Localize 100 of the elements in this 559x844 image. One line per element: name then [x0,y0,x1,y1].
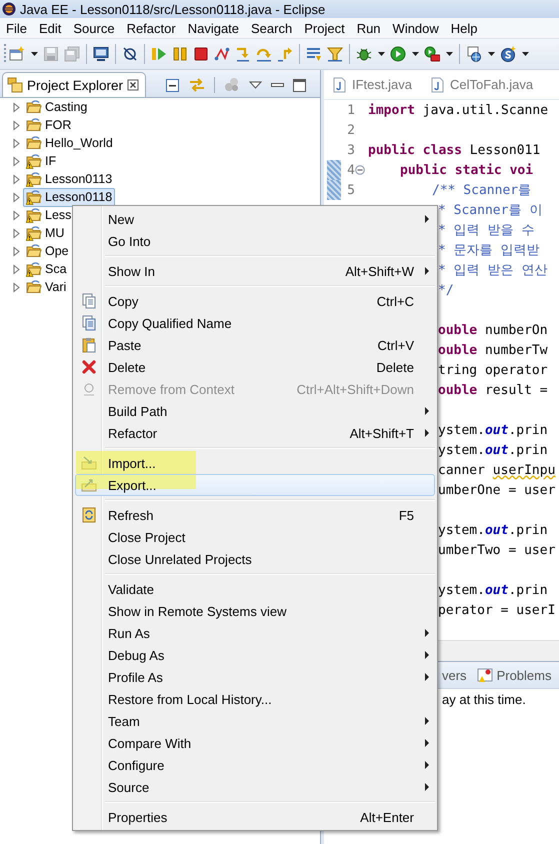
menu-item[interactable]: Copy Ctrl+C [75,290,435,312]
collapsed-arrow-icon[interactable] [12,192,21,202]
funnel-icon[interactable] [327,46,343,62]
panel-tab[interactable]: Problems [476,667,552,683]
menu-item[interactable]: Refresh F5 [75,504,435,526]
s-circle-icon[interactable] [500,46,516,62]
stop-icon[interactable] [193,46,209,62]
view-menu-icon[interactable] [249,81,262,89]
tree-item[interactable]: MU [23,224,68,242]
step-into-icon[interactable] [235,46,251,62]
menu-item[interactable]: Properties Alt+Enter [75,806,435,828]
delete-icon [81,359,97,375]
editor-tab[interactable]: CelToFah.java [430,76,534,92]
menu-item[interactable]: Build Path [75,400,435,422]
maximize-icon[interactable] [293,78,306,92]
fold-icon[interactable] [355,165,365,175]
step-over-icon[interactable] [256,46,272,62]
globe-window-icon[interactable] [466,46,482,62]
tree-item[interactable]: Lesson0113 [23,170,116,188]
collapsed-arrow-icon[interactable] [12,120,21,130]
menu-item[interactable]: Export... [75,474,435,496]
step-return-icon[interactable] [277,46,293,62]
bug-icon[interactable] [356,46,372,62]
close-icon[interactable] [127,79,140,91]
stacked-lines-icon[interactable] [306,46,322,62]
code-line: import java.util.Scanne [368,102,548,118]
menu-bar-item[interactable]: Navigate [182,20,246,36]
caret-icon[interactable] [31,52,38,56]
tree-item[interactable]: Sca [23,260,70,278]
collapsed-arrow-icon[interactable] [12,138,21,148]
panel-tab[interactable]: vers [442,668,467,682]
menu-item[interactable]: Profile As [75,666,435,688]
collapsed-arrow-icon[interactable] [12,156,21,166]
menu-item[interactable]: Go Into [75,230,435,252]
menu-item[interactable]: Delete Delete [75,356,435,378]
collapsed-arrow-icon[interactable] [12,264,21,274]
resume-icon[interactable] [151,46,167,62]
tree-item[interactable]: Less [23,206,74,224]
tree-item[interactable]: FOR [23,116,74,134]
new-window-icon[interactable] [9,46,25,62]
menu-item[interactable]: Team [75,710,435,732]
menu-item[interactable]: Copy Qualified Name [75,312,435,334]
menu-bar-item[interactable]: Refactor [120,20,182,36]
menu-item[interactable]: Show In Alt+Shift+W [75,260,435,282]
menu-item[interactable]: Restore from Local History... [75,688,435,710]
caret-icon[interactable] [488,52,495,56]
collapse-all-icon[interactable] [165,78,180,92]
menu-item[interactable]: Run As [75,622,435,644]
menu-item[interactable]: Compare With [75,732,435,754]
menu-bar-item[interactable]: File [0,20,33,36]
play-toolbox-icon[interactable] [424,46,440,62]
tree-item[interactable]: Vari [23,278,70,296]
code-line: ouble numberTw [438,342,548,358]
tree-item[interactable]: Hello_World [23,134,116,152]
tree-item[interactable]: Lesson0118 [23,188,116,206]
menu-bar-item[interactable]: Run [350,20,387,36]
menu-item[interactable]: Close Unrelated Projects [75,548,435,570]
menu-bar-item[interactable]: Source [67,20,121,36]
menu-bar-item[interactable]: Project [298,20,351,36]
menu-item[interactable]: Close Project [75,526,435,548]
collapsed-arrow-icon[interactable] [12,228,21,238]
pause-icon[interactable] [172,46,188,62]
menu-bar-item[interactable]: Help [444,20,484,36]
menu-item[interactable]: Show in Remote Systems view [75,600,435,622]
shortcut-label: Alt+Shift+T [350,426,415,440]
collapsed-arrow-icon[interactable] [12,246,21,256]
menu-bar-item[interactable]: Search [245,20,298,36]
crossed-circle-icon[interactable] [122,46,138,62]
menu-bar-item[interactable]: Edit [32,20,68,36]
editor-tab[interactable]: IFtest.java [332,76,412,92]
tree-item[interactable]: Casting [23,98,90,116]
collapsed-arrow-icon[interactable] [12,210,21,220]
tray-arrow-in-icon [81,455,97,471]
tray-arrow-out-icon [81,477,97,493]
nodes-icon[interactable] [214,46,230,62]
minimize-icon[interactable] [271,83,284,87]
menu-item[interactable]: New [75,208,435,230]
collapsed-arrow-icon[interactable] [12,174,21,184]
collapsed-arrow-icon[interactable] [12,282,21,292]
tree-item[interactable]: Ope [23,242,72,260]
caret-icon[interactable] [522,52,529,56]
view-tab[interactable]: Project Explorer [2,72,146,97]
caret-icon[interactable] [378,52,385,56]
code-line: ystem.out.prin [438,442,548,458]
monitor-icon[interactable] [93,46,109,62]
menu-item[interactable]: Source [75,776,435,798]
menu-item[interactable]: Paste Ctrl+V [75,334,435,356]
menu-item[interactable]: Validate [75,578,435,600]
window-title: Java EE - Lesson0118/src/Lesson0118.java - Eclipse [20,2,326,16]
menu-item[interactable]: Configure [75,754,435,776]
caret-icon[interactable] [446,52,453,56]
caret-icon[interactable] [412,52,419,56]
menu-item[interactable]: Import... [75,452,435,474]
collapsed-arrow-icon[interactable] [12,102,21,112]
menu-bar-item[interactable]: Window [386,20,445,36]
play-icon[interactable] [390,46,406,62]
menu-item[interactable]: Debug As [75,644,435,666]
menu-item[interactable]: Refactor Alt+Shift+T [75,422,435,444]
tree-item[interactable]: IF [23,152,60,170]
problems-icon [476,667,493,683]
